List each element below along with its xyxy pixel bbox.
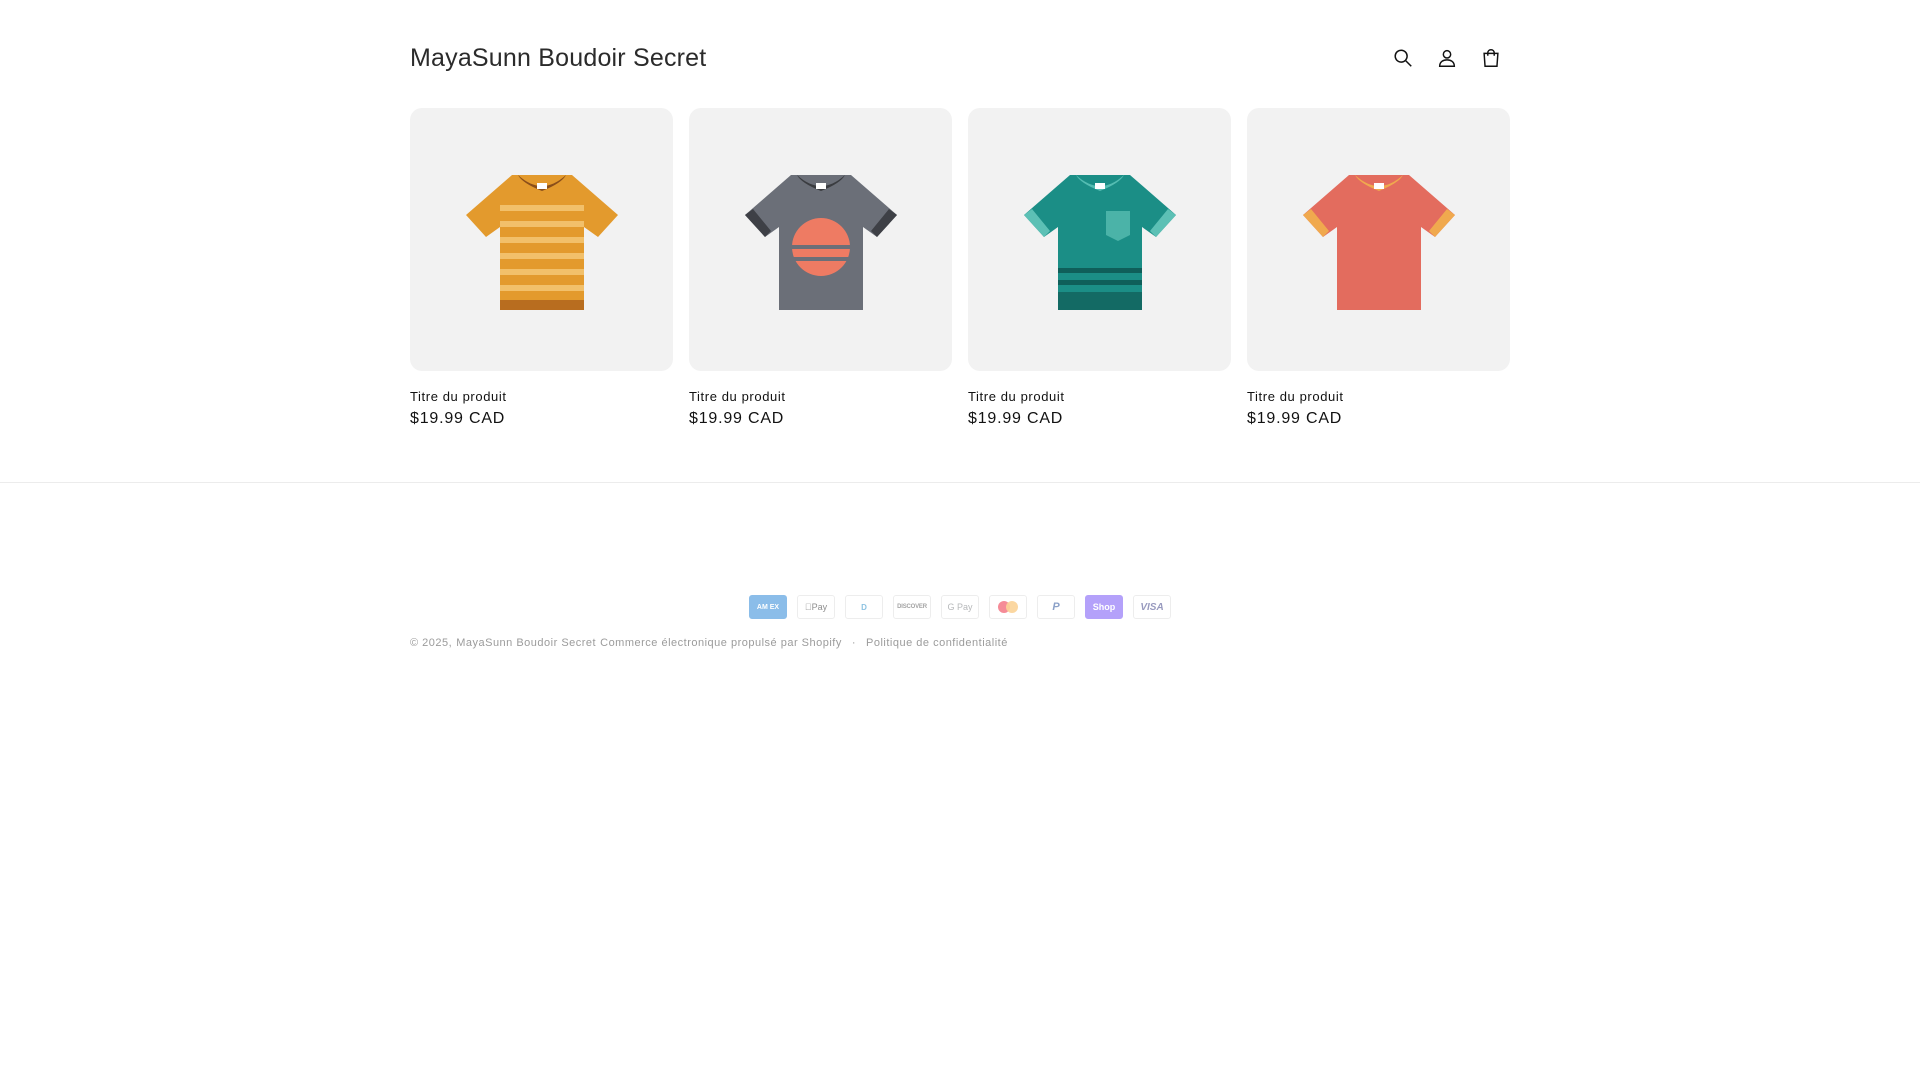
store-name-link[interactable]: MayaSunn Boudoir Secret — [410, 44, 706, 73]
teal-tshirt-icon — [1023, 174, 1176, 310]
apple-pay-icon:  Pay — [797, 595, 835, 619]
product-image[interactable] — [410, 108, 673, 371]
coral-tshirt-icon — [1302, 174, 1455, 310]
search-icon — [1394, 49, 1412, 67]
product-title[interactable]: Titre du produit — [689, 389, 952, 404]
diners-club-icon: D — [845, 595, 883, 619]
product-card[interactable]: Titre du produit $19.99 CAD — [968, 108, 1231, 428]
product-price: $19.99 CAD — [689, 410, 785, 427]
apple-logo-icon:  — [805, 602, 812, 612]
copyright-prefix: © 2025, — [410, 637, 453, 649]
product-image[interactable] — [689, 108, 952, 371]
footer-separator: · — [851, 637, 857, 649]
powered-by-shopify-link[interactable]: Commerce électronique propulsé par Shopi… — [600, 637, 842, 649]
search-button[interactable] — [1381, 36, 1425, 80]
striped-tshirt-icon — [465, 174, 618, 310]
payment-icons: AM EX  Pay D DISCOVER G Pay P Shop VISA — [749, 595, 1171, 619]
product-grid: Titre du produit $19.99 CAD Titre du pro… — [410, 108, 1511, 428]
cart-icon — [1483, 49, 1499, 67]
visa-icon: VISA — [1133, 595, 1171, 619]
discover-icon: DISCOVER — [893, 595, 931, 619]
product-price: $19.99 CAD — [1247, 410, 1343, 427]
cart-button[interactable] — [1469, 36, 1513, 80]
product-card[interactable]: Titre du produit $19.99 CAD — [410, 108, 673, 428]
amex-icon: AM EX — [749, 595, 787, 619]
product-title[interactable]: Titre du produit — [968, 389, 1231, 404]
footer-store-link[interactable]: MayaSunn Boudoir Secret — [456, 637, 596, 649]
product-title[interactable]: Titre du produit — [410, 389, 673, 404]
product-price: $19.99 CAD — [410, 410, 506, 427]
site-header: MayaSunn Boudoir Secret — [410, 34, 1511, 82]
product-card[interactable]: Titre du produit $19.99 CAD — [689, 108, 952, 428]
footer-divider — [0, 482, 1920, 483]
product-title[interactable]: Titre du produit — [1247, 389, 1510, 404]
product-card[interactable]: Titre du produit $19.99 CAD — [1247, 108, 1510, 428]
shop-pay-icon: Shop — [1085, 595, 1123, 619]
product-image[interactable] — [1247, 108, 1510, 371]
header-icons — [1381, 36, 1513, 80]
grey-tshirt-icon — [744, 174, 897, 310]
account-icon — [1438, 49, 1456, 67]
storefront-page: MayaSunn Boudoir Secret Titre du produit… — [0, 0, 1920, 1080]
privacy-policy-link[interactable]: Politique de confidentialité — [866, 637, 1008, 649]
mastercard-icon — [989, 595, 1027, 619]
paypal-icon: P — [1037, 595, 1075, 619]
product-price: $19.99 CAD — [968, 410, 1064, 427]
product-image[interactable] — [968, 108, 1231, 371]
google-pay-icon: G Pay — [941, 595, 979, 619]
footer-copyright: © 2025, MayaSunn Boudoir Secret Commerce… — [410, 637, 1008, 649]
account-button[interactable] — [1425, 36, 1469, 80]
mastercard-circles-icon — [998, 601, 1018, 613]
